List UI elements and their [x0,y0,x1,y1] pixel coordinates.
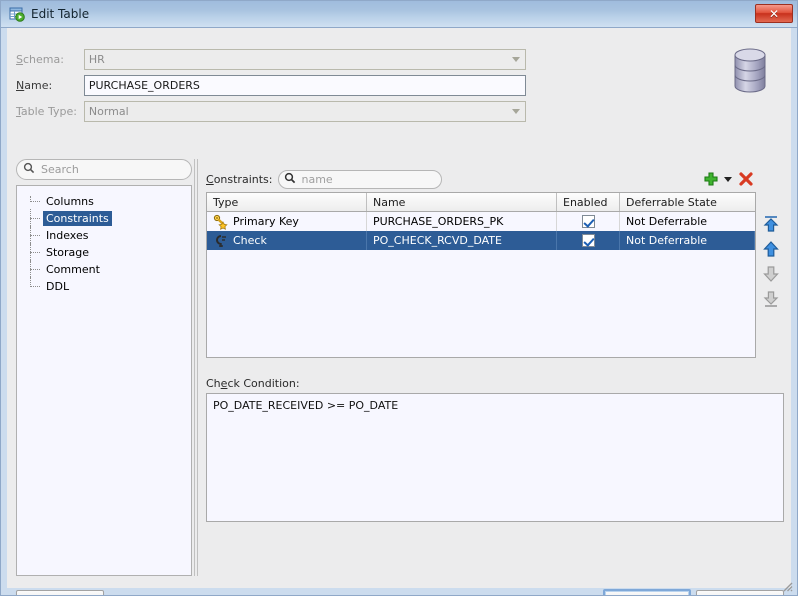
right-edge [791,28,797,595]
cell-type: Primary Key [207,212,367,231]
close-icon: ✕ [769,8,779,20]
table-name-input[interactable]: PURCHASE_ORDERS [84,75,526,96]
tree-search-placeholder: Search [41,163,79,176]
row-order-toolbar [758,214,784,309]
database-cylinder-icon [727,45,773,97]
cell-deferrable-state: Not Deferrable [620,231,755,250]
schema-label: Schema: [16,53,84,66]
schema-select: HR [84,49,526,70]
schema-row: Schema: HR [16,48,526,70]
cell-type-label: Check [233,234,267,247]
table-row[interactable]: Primary Key PURCHASE_ORDERS_PK Not Defer… [207,212,755,231]
search-icon [284,172,296,187]
move-down-icon [761,264,781,284]
cell-type-label: Primary Key [233,215,299,228]
name-row: Name: PURCHASE_ORDERS [16,74,526,96]
name-label: Name: [16,79,84,92]
add-constraint-button[interactable] [703,171,719,187]
table-name-value: PURCHASE_ORDERS [89,79,200,92]
enabled-checkbox[interactable] [582,234,595,247]
resize-grip[interactable] [781,580,793,592]
enabled-checkbox[interactable] [582,215,595,228]
tree-item-label: Constraints [43,211,112,226]
move-to-top-button[interactable] [761,214,781,234]
section-tree-panel: Search Columns Constraints Indexes Sto [16,159,192,576]
cell-enabled[interactable] [557,231,620,250]
table-type-row: Table Type: Normal [16,100,526,122]
tree-branch-line [27,244,43,261]
tree-item-label: DDL [43,279,72,294]
tree-search-input[interactable]: Search [16,159,192,180]
table-type-value: Normal [89,105,129,118]
tree-item-comment[interactable]: Comment [17,261,191,278]
cell-deferrable-state: Not Deferrable [620,212,755,231]
tree-item-storage[interactable]: Storage [17,244,191,261]
schema-value: HR [89,53,105,66]
move-to-top-icon [761,214,781,234]
tree-branch-line [27,278,43,295]
move-up-icon [761,239,781,259]
help-button[interactable]: Help [16,590,104,596]
cell-name: PO_CHECK_RCVD_DATE [367,231,557,250]
delete-constraint-button[interactable] [738,171,754,187]
table-type-label: Table Type: [16,105,84,118]
column-header-deferrable-state[interactable]: Deferrable State [620,193,755,211]
grid-header-row: Type Name Enabled Deferrable State [207,193,755,212]
title-bar: Edit Table ✕ [1,1,797,28]
tree-item-label: Indexes [43,228,91,243]
check-condition-label: Check Condition: [206,377,300,390]
move-down-button [761,264,781,284]
table-type-select: Normal [84,101,526,122]
delete-x-icon [738,171,754,187]
tree-item-label: Columns [43,194,97,209]
window-title: Edit Table [31,7,89,21]
column-header-type[interactable]: Type [207,193,367,211]
constraints-label: Constraints: [206,173,272,186]
column-header-name[interactable]: Name [367,193,557,211]
check-condition-textarea[interactable]: PO_DATE_RECEIVED >= PO_DATE [206,393,784,522]
move-to-bottom-button [761,289,781,309]
cell-enabled[interactable] [557,212,620,231]
tree-item-indexes[interactable]: Indexes [17,227,191,244]
tree-item-label: Storage [43,245,92,260]
constraints-action-buttons [703,171,756,187]
search-icon [23,162,35,177]
tree-branch-line [27,210,43,227]
ok-button[interactable]: OK [603,589,691,596]
tree-branch-line [27,261,43,278]
chevron-down-icon [512,57,520,62]
move-up-button[interactable] [761,239,781,259]
chevron-down-icon [512,109,520,114]
constraints-grid: Type Name Enabled Deferrable State [206,192,756,358]
cell-name: PURCHASE_ORDERS_PK [367,212,557,231]
add-plus-icon [703,171,719,187]
dialog-content: Schema: HR Name: PURCHASE_ORDERS Table T… [1,28,797,595]
constraints-filter-placeholder: name [301,173,332,186]
panel-splitter[interactable] [194,159,198,576]
table-row[interactable]: Check PO_CHECK_RCVD_DATE Not Deferrable [207,231,755,250]
chevron-down-icon[interactable] [724,177,732,182]
tree-item-ddl[interactable]: DDL [17,278,191,295]
check-condition-value: PO_DATE_RECEIVED >= PO_DATE [213,399,398,412]
tree-branch-line [27,227,43,244]
move-to-bottom-icon [761,289,781,309]
edit-table-icon [9,6,25,22]
column-header-enabled[interactable]: Enabled [557,193,620,211]
edit-table-dialog: Edit Table ✕ Schema: HR Name: PURCHASE_O… [0,0,798,596]
tree-item-columns[interactable]: Columns [17,193,191,210]
tree-item-constraints[interactable]: Constraints [17,210,191,227]
cell-type: Check [207,231,367,250]
tree-branch-line [27,193,43,210]
cancel-button[interactable]: Cancel [696,590,784,596]
left-edge [1,28,7,595]
constraints-toolbar: Constraints: name [206,167,756,191]
constraints-filter-input[interactable]: name [278,170,442,189]
check-constraint-icon [213,233,229,249]
tree-item-label: Comment [43,262,103,277]
primary-key-icon [213,214,229,230]
close-button[interactable]: ✕ [755,4,793,23]
section-tree: Columns Constraints Indexes Storage Comm… [16,185,192,576]
